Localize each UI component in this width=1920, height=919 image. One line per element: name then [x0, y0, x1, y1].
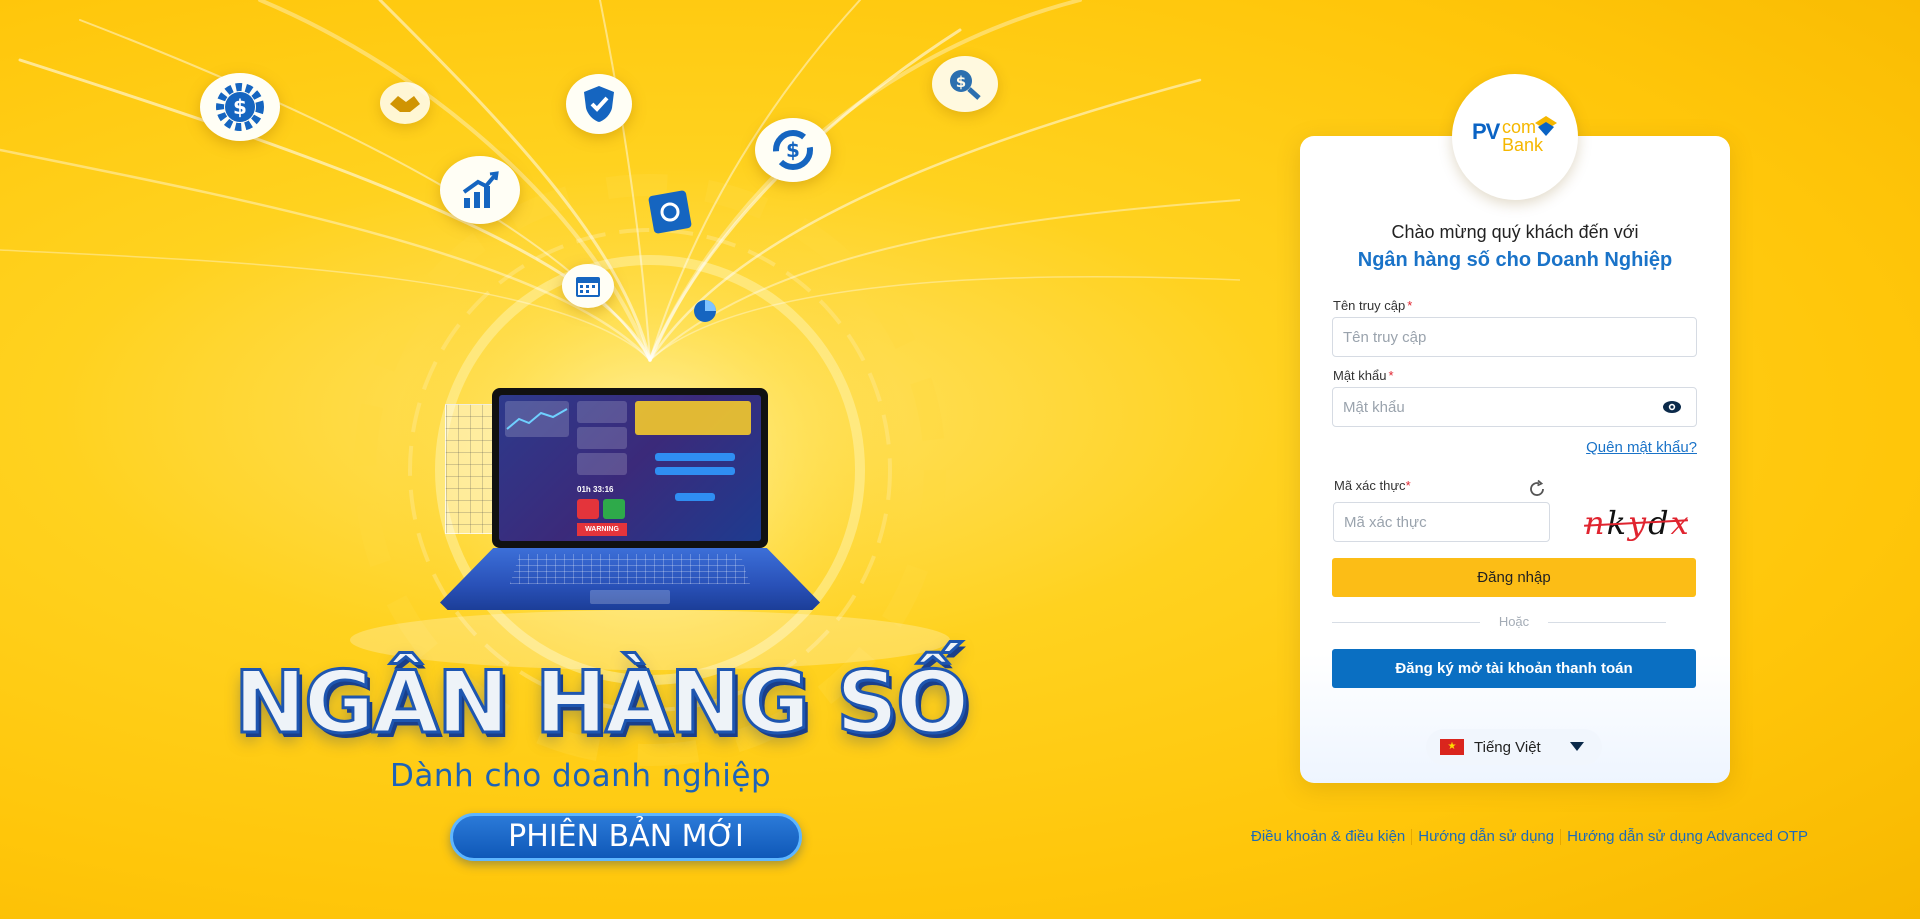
calendar-icon — [562, 264, 614, 308]
laptop-illustration: 01h 33:16 WARNING — [440, 380, 820, 630]
safe-icon — [644, 186, 696, 238]
show-password-icon[interactable] — [1662, 400, 1682, 414]
password-input[interactable] — [1332, 387, 1697, 427]
logo-mark-icon — [1535, 116, 1557, 136]
divider-left — [1332, 622, 1480, 623]
laptop-warning: WARNING — [577, 523, 627, 536]
svg-text:$: $ — [233, 95, 247, 119]
logo-pv-text: PV — [1472, 119, 1500, 144]
login-button[interactable]: Đăng nhập — [1332, 558, 1696, 597]
dollar-search-icon: $ — [932, 56, 998, 112]
svg-text:$: $ — [956, 73, 966, 91]
hero-title: NGÂN HÀNG SỐ — [233, 652, 971, 755]
username-label: Tên truy cập * — [1333, 298, 1413, 313]
laptop-keyboard — [510, 554, 750, 584]
growth-chart-icon — [440, 156, 520, 224]
footer-separator — [1411, 828, 1413, 845]
username-input[interactable] — [1332, 317, 1697, 357]
dollar-gear-icon: $ — [200, 73, 280, 141]
forgot-password-link[interactable]: Quên mật khẩu? — [1586, 439, 1697, 456]
svg-text:$: $ — [786, 138, 800, 162]
new-version-badge: PHIÊN BẢN MỚI — [450, 813, 802, 861]
or-divider-text: Hoặc — [1498, 614, 1530, 629]
hero-subtitle: Dành cho doanh nghiệp — [390, 758, 772, 794]
handshake-icon — [380, 82, 430, 124]
chevron-down-icon — [1570, 742, 1584, 751]
laptop-screen: 01h 33:16 WARNING — [492, 388, 768, 548]
user-guide-link[interactable]: Hướng dẫn sử dụng — [1418, 828, 1554, 845]
otp-guide-link[interactable]: Hướng dẫn sử dụng Advanced OTP — [1567, 828, 1808, 845]
terms-link[interactable]: Điều khoản & điều kiện — [1251, 828, 1405, 845]
pie-chart-icon — [690, 296, 720, 326]
password-label: Mật khẩu * — [1333, 368, 1394, 383]
laptop-touchpad — [590, 590, 670, 604]
language-selector[interactable]: ★ Tiếng Việt — [1426, 729, 1602, 765]
vietnam-flag-icon: ★ — [1440, 739, 1464, 755]
bank-product-name: Ngân hàng số cho Doanh Nghiệp — [1357, 249, 1673, 271]
logo-bank-text: Bank — [1502, 135, 1544, 155]
captcha-input[interactable] — [1333, 502, 1550, 542]
divider-right — [1548, 622, 1666, 623]
register-account-button[interactable]: Đăng ký mở tài khoản thanh toán — [1332, 649, 1696, 688]
footer-separator — [1560, 828, 1562, 845]
laptop-timer: 01h 33:16 — [577, 485, 614, 494]
footer-links: Điều khoản & điều kiện Hướng dẫn sử dụng… — [1251, 828, 1808, 845]
bank-logo: PV com Bank — [1452, 74, 1578, 200]
captcha-image: nkydx — [1584, 504, 1691, 542]
welcome-text: Chào mừng quý khách đến với — [1391, 222, 1639, 242]
shield-check-icon — [566, 74, 632, 134]
refresh-captcha-icon[interactable] — [1527, 479, 1547, 499]
hero-banner: $ $ $ 01h 33:16 WARNING NGÂN HÀNG SỐ Dàn… — [0, 0, 1240, 919]
dollar-exchange-icon: $ — [755, 118, 831, 182]
captcha-label: Mã xác thực* — [1334, 478, 1411, 493]
language-label: Tiếng Việt — [1474, 738, 1541, 756]
